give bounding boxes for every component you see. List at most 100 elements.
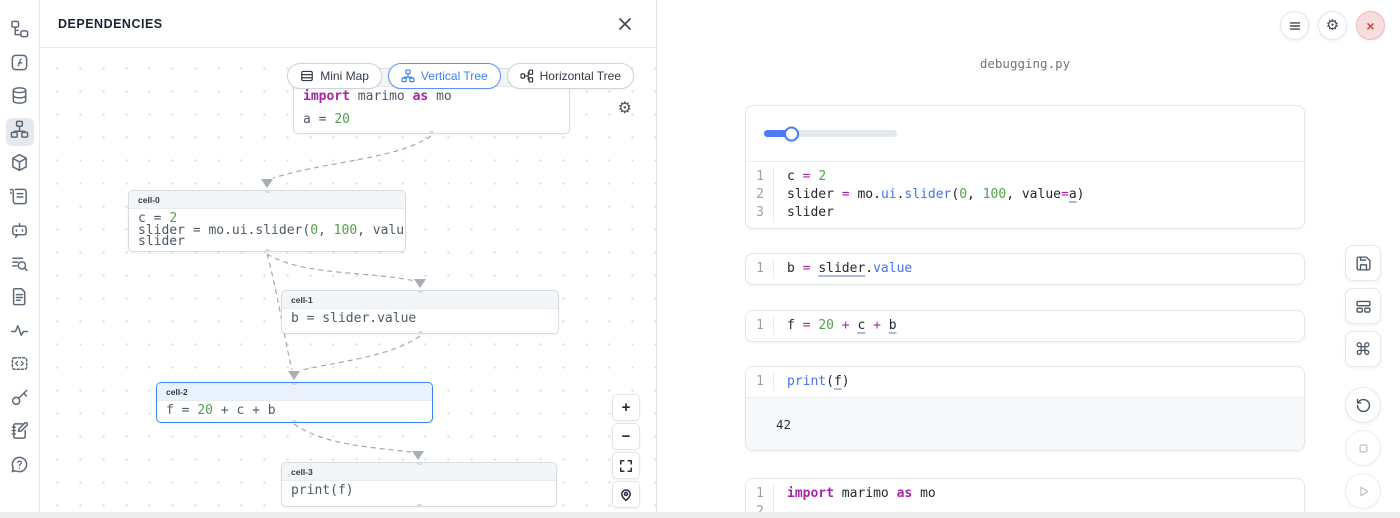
save-icon — [1355, 255, 1372, 272]
menu-button[interactable] — [1280, 11, 1309, 40]
node-handle — [417, 504, 422, 507]
cell-output-text: 42 — [746, 397, 1304, 450]
node-handle — [417, 462, 422, 465]
graph-node-cell-2-selected[interactable]: cell-2 f = 20 + c + b — [156, 382, 433, 423]
cell-code[interactable]: 1print(f) — [746, 367, 1304, 397]
notebook-top-controls: ⚙ × — [1280, 11, 1385, 40]
dependency-graph-icon — [10, 120, 29, 144]
document-icon — [10, 287, 29, 311]
dependencies-panel: DEPENDENCIES — [40, 0, 657, 518]
slider-thumb[interactable] — [784, 126, 799, 141]
graph-settings-gear-icon[interactable]: ⚙ — [618, 101, 632, 117]
key-icon — [10, 388, 29, 412]
graph-node-cell-1[interactable]: cell-1 b = slider.value — [281, 290, 559, 334]
sidebar-item-snippets[interactable] — [6, 352, 34, 380]
snippets-icon — [10, 354, 29, 378]
minimap-button[interactable]: Mini Map — [287, 63, 382, 89]
node-code: print(f) — [282, 481, 556, 501]
layout-icon — [1355, 298, 1372, 315]
horizontal-tree-button[interactable]: Horizontal Tree — [507, 63, 634, 89]
locate-node-button[interactable] — [612, 481, 640, 508]
horizontal-tree-label: Horizontal Tree — [540, 69, 621, 83]
zoom-controls: + − — [612, 394, 640, 508]
node-handle — [418, 331, 423, 334]
zoom-in-button[interactable]: + — [612, 394, 640, 421]
notebook-cell-slider[interactable]: 1c = 22slider = mo.ui.slider(0, 100, val… — [745, 105, 1305, 229]
file-tree-icon — [10, 19, 29, 43]
cell-code[interactable]: 1f = 20 + c + b — [746, 311, 1304, 341]
close-panel-button[interactable] — [614, 13, 636, 35]
graph-node-cell-3[interactable]: cell-3 print(f) — [281, 462, 557, 507]
node-title: cell-1 — [282, 291, 558, 309]
dependency-graph-canvas[interactable]: cell-4 import marimo as mo a = 20 cell-0… — [40, 49, 656, 518]
slider-widget[interactable] — [764, 130, 897, 137]
sidebar-item-variables[interactable] — [6, 51, 34, 79]
node-code: b = slider.value — [282, 309, 558, 329]
notebook-filename: debugging.py — [745, 56, 1305, 71]
cell-output-area — [746, 106, 1304, 162]
node-code: import marimo as mo a = 20 — [294, 87, 569, 130]
dependencies-header: DEPENDENCIES — [40, 0, 656, 48]
sidebar-item-logs[interactable] — [6, 185, 34, 213]
run-button[interactable] — [1345, 473, 1381, 509]
node-handle — [292, 420, 297, 423]
variables-icon — [10, 53, 29, 77]
notebook-cell-b[interactable]: 1b = slider.value — [745, 253, 1305, 285]
sidebar-item-dependencies[interactable] — [6, 118, 34, 146]
layout-button[interactable] — [1345, 288, 1381, 324]
keyboard-shortcuts-button[interactable]: ⌘ — [1345, 331, 1381, 367]
map-pin-icon — [619, 488, 633, 502]
minimap-label: Mini Map — [320, 69, 369, 83]
node-title: cell-2 — [157, 383, 432, 401]
cell-code[interactable]: 1b = slider.value — [746, 254, 1304, 284]
graph-node-cell-0[interactable]: cell-0 c = 2slider = mo.ui.slider(0, 100… — [128, 190, 406, 252]
marimo-app: DEPENDENCIES — [0, 0, 1400, 518]
node-handle — [429, 131, 434, 134]
notebook-panel: ⚙ × debugging.py 1c = 22slider = mo.ui.s… — [657, 0, 1400, 518]
horizontal-tree-icon — [520, 69, 534, 83]
sidebar-item-help[interactable] — [6, 453, 34, 481]
fit-view-button[interactable] — [612, 452, 640, 479]
node-code: f = 20 + c + b — [157, 401, 432, 421]
notebook-action-rail: ⌘ — [1345, 245, 1381, 509]
menu-icon — [1288, 19, 1302, 33]
save-button[interactable] — [1345, 245, 1381, 281]
database-icon — [10, 86, 29, 110]
stop-icon — [1355, 440, 1372, 457]
package-icon — [10, 153, 29, 177]
chat-bot-icon — [10, 220, 29, 244]
sidebar-item-scratchpad[interactable] — [6, 419, 34, 447]
panel-title: DEPENDENCIES — [58, 17, 163, 31]
cell-code[interactable]: 1c = 22slider = mo.ui.slider(0, 100, val… — [746, 162, 1304, 228]
bottom-scrollbar-strip[interactable] — [0, 512, 1400, 518]
sidebar-item-datasources[interactable] — [6, 84, 34, 112]
stop-button[interactable] — [1345, 430, 1381, 466]
sidebar-item-packages[interactable] — [6, 151, 34, 179]
scroll-icon — [10, 187, 29, 211]
notebook-pen-icon — [10, 421, 29, 445]
rows-icon — [300, 69, 314, 83]
graph-view-toolbar: Mini Map Vertical Tree Horizontal Tree — [287, 63, 634, 89]
fullscreen-icon — [619, 459, 633, 473]
sidebar-item-tracing[interactable] — [6, 319, 34, 347]
notebook-cell-print[interactable]: 1print(f) 42 — [745, 366, 1305, 451]
sidebar-item-documentation[interactable] — [6, 285, 34, 313]
shutdown-button[interactable]: × — [1356, 11, 1385, 40]
node-handle — [265, 249, 270, 252]
sidebar-item-search[interactable] — [6, 252, 34, 280]
zoom-out-button[interactable]: − — [612, 423, 640, 450]
node-code: c = 2slider = mo.ui.slider(0, 100, value… — [129, 209, 405, 252]
vertical-tree-label: Vertical Tree — [421, 69, 488, 83]
node-title: cell-0 — [129, 191, 405, 209]
undo-button[interactable] — [1345, 387, 1381, 423]
notebook-cell-f[interactable]: 1f = 20 + c + b — [745, 310, 1305, 342]
command-icon: ⌘ — [1355, 341, 1372, 358]
play-icon — [1355, 483, 1372, 500]
sidebar-item-secrets[interactable] — [6, 386, 34, 414]
sidebar-item-ai-chat[interactable] — [6, 218, 34, 246]
vertical-tree-button[interactable]: Vertical Tree — [388, 63, 501, 89]
sidebar-item-file-explorer[interactable] — [6, 17, 34, 45]
undo-icon — [1355, 397, 1372, 414]
settings-button[interactable]: ⚙ — [1318, 11, 1347, 40]
left-icon-rail — [0, 0, 40, 518]
